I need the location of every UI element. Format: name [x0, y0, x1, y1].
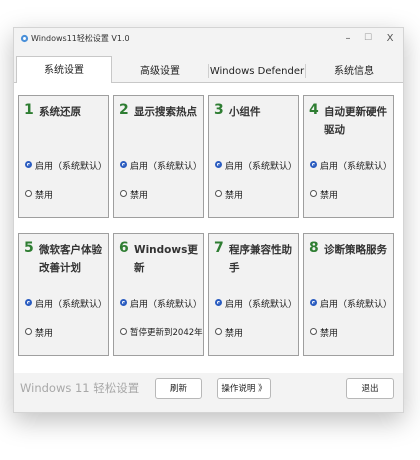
radio-selected-icon[interactable]: [215, 161, 222, 168]
radio-disable[interactable]: 禁用: [215, 326, 301, 340]
radio-disable[interactable]: 禁用: [215, 188, 301, 202]
minimize-button[interactable]: –: [340, 31, 356, 46]
window-title: Windows11轻松设置 V1.0: [31, 34, 130, 43]
radio-empty-icon[interactable]: [25, 328, 32, 335]
card-title: 系统还原: [39, 106, 81, 118]
tab-advanced-settings[interactable]: 高级设置: [112, 60, 208, 82]
radio-disable[interactable]: 禁用: [25, 188, 111, 202]
radio-label: 禁用: [35, 191, 54, 201]
radio-selected-icon[interactable]: [120, 299, 127, 306]
radio-label: 暂停更新到2042年: [130, 328, 203, 338]
card-number: 5: [24, 240, 34, 256]
card-compat-assistant: 7 程序兼容性助手 启用（系统默认） 禁用: [208, 233, 299, 356]
radio-label: 禁用: [320, 329, 339, 339]
card-windows-update: 6 Windows更新 启用（系统默认） 暂停更新到2042年: [113, 233, 204, 356]
radio-empty-icon[interactable]: [25, 190, 32, 197]
radio-label: 启用（系统默认）: [225, 162, 298, 172]
radio-label: 启用（系统默认）: [320, 300, 393, 310]
exit-button[interactable]: 退出: [346, 378, 394, 399]
radio-empty-icon[interactable]: [215, 190, 222, 197]
footer-bar: Windows 11 轻松设置 刷新 操作说明 》 退出: [14, 373, 403, 412]
radio-enable[interactable]: 启用（系统默认）: [215, 159, 301, 173]
card-number: 8: [309, 240, 319, 256]
radio-disable[interactable]: 禁用: [25, 326, 111, 340]
radio-label: 禁用: [130, 191, 149, 201]
radio-enable[interactable]: 启用（系统默认）: [25, 297, 111, 311]
card-system-restore: 1 系统还原 启用（系统默认） 禁用: [18, 95, 109, 218]
radio-label: 启用（系统默认）: [130, 300, 203, 310]
settings-panel: 1 系统还原 启用（系统默认） 禁用 2 显示搜索热点 启用（系统默认） 禁用 …: [14, 83, 403, 373]
card-title: 自动更新硬件驱动: [324, 106, 387, 136]
radio-label: 启用（系统默认）: [130, 162, 203, 172]
card-number: 7: [214, 240, 224, 256]
card-number: 3: [214, 102, 224, 118]
help-button[interactable]: 操作说明 》: [217, 378, 271, 399]
radio-selected-icon[interactable]: [215, 299, 222, 306]
close-button[interactable]: X: [382, 31, 398, 46]
radio-empty-icon[interactable]: [120, 328, 127, 335]
radio-disable[interactable]: 禁用: [310, 188, 396, 202]
card-search-highlights: 2 显示搜索热点 启用（系统默认） 禁用: [113, 95, 204, 218]
radio-selected-icon[interactable]: [25, 161, 32, 168]
refresh-button[interactable]: 刷新: [155, 378, 202, 399]
radio-disable[interactable]: 禁用: [120, 188, 206, 202]
title-bar: Windows11轻松设置 V1.0 – ☐ X: [14, 28, 403, 50]
radio-enable[interactable]: 启用（系统默认）: [120, 297, 206, 311]
card-driver-updates: 4 自动更新硬件驱动 启用（系统默认） 禁用: [303, 95, 394, 218]
card-title: 程序兼容性助手: [229, 244, 292, 274]
radio-label: 启用（系统默认）: [320, 162, 393, 172]
footer-app-title: Windows 11 轻松设置: [20, 381, 140, 395]
radio-selected-icon[interactable]: [25, 299, 32, 306]
card-number: 1: [24, 102, 34, 118]
radio-empty-icon[interactable]: [120, 190, 127, 197]
card-title: 微软客户体验改善计划: [39, 244, 102, 274]
tab-system-settings[interactable]: 系统设置: [16, 56, 112, 83]
radio-selected-icon[interactable]: [310, 161, 317, 168]
tab-windows-defender[interactable]: Windows Defender: [209, 60, 305, 82]
app-window: Windows11轻松设置 V1.0 – ☐ X 系统设置 高级设置 Windo…: [13, 27, 404, 413]
radio-empty-icon[interactable]: [310, 190, 317, 197]
radio-selected-icon[interactable]: [310, 299, 317, 306]
radio-selected-icon[interactable]: [120, 161, 127, 168]
radio-enable[interactable]: 启用（系统默认）: [120, 159, 206, 173]
radio-enable[interactable]: 启用（系统默认）: [215, 297, 301, 311]
radio-label: 禁用: [35, 329, 54, 339]
maximize-button[interactable]: ☐: [360, 31, 376, 46]
radio-enable[interactable]: 启用（系统默认）: [25, 159, 111, 173]
radio-label: 启用（系统默认）: [35, 162, 108, 172]
tab-bar: 系统设置 高级设置 Windows Defender 系统信息: [14, 54, 403, 83]
card-ceip: 5 微软客户体验改善计划 启用（系统默认） 禁用: [18, 233, 109, 356]
card-title: 显示搜索热点: [134, 106, 197, 118]
radio-enable[interactable]: 启用（系统默认）: [310, 297, 396, 311]
radio-enable[interactable]: 启用（系统默认）: [310, 159, 396, 173]
app-logo-icon: [20, 34, 29, 43]
card-number: 6: [119, 240, 129, 256]
radio-disable[interactable]: 禁用: [310, 326, 396, 340]
card-diagnostic-policy: 8 诊断策略服务 启用（系统默认） 禁用: [303, 233, 394, 356]
radio-empty-icon[interactable]: [310, 328, 317, 335]
card-title: 诊断策略服务: [324, 244, 387, 256]
radio-empty-icon[interactable]: [215, 328, 222, 335]
card-number: 2: [119, 102, 129, 118]
radio-pause-updates[interactable]: 暂停更新到2042年: [120, 326, 206, 340]
card-number: 4: [309, 102, 319, 118]
radio-label: 启用（系统默认）: [35, 300, 108, 310]
card-title: Windows更新: [134, 244, 198, 274]
card-title: 小组件: [229, 106, 261, 118]
radio-label: 禁用: [225, 191, 244, 201]
radio-label: 启用（系统默认）: [225, 300, 298, 310]
card-widgets: 3 小组件 启用（系统默认） 禁用: [208, 95, 299, 218]
tab-system-info[interactable]: 系统信息: [306, 60, 402, 82]
radio-label: 禁用: [225, 329, 244, 339]
radio-label: 禁用: [320, 191, 339, 201]
